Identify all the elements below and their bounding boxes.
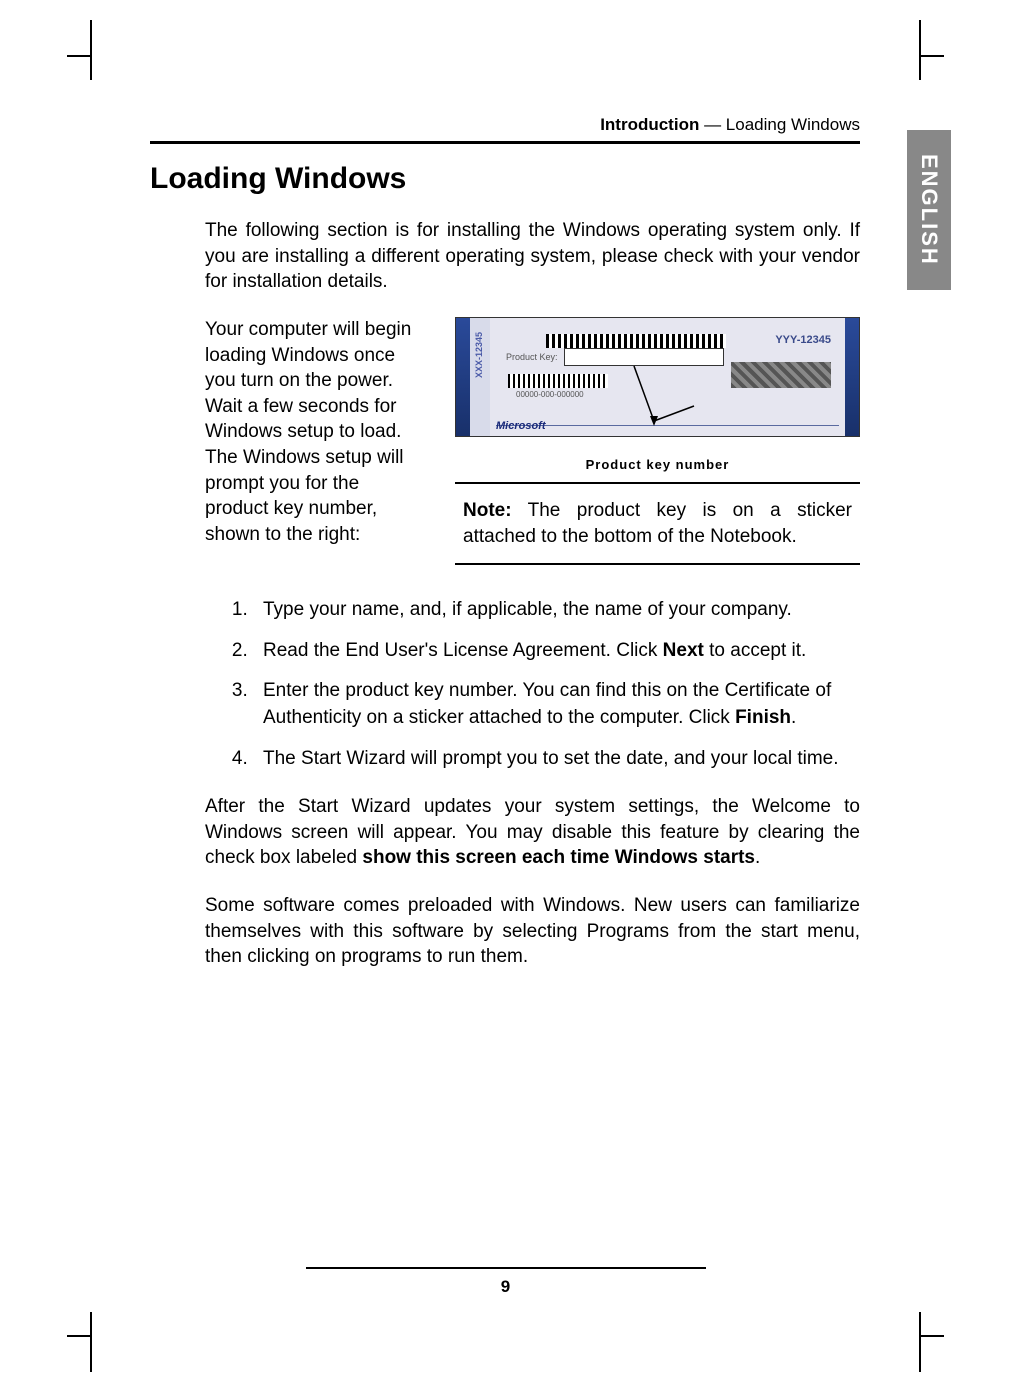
steps-list: Type your name, and, if applicable, the … <box>253 597 860 772</box>
step-bold: Next <box>663 640 704 661</box>
running-head-bold: Introduction <box>600 115 699 134</box>
footer-rule <box>306 1267 706 1269</box>
list-item: Read the End User's License Agreement. C… <box>253 638 860 665</box>
product-key-box <box>564 348 724 366</box>
after-paragraph-1: After the Start Wizard updates your syst… <box>205 794 860 871</box>
page-number: 9 <box>0 1277 1011 1297</box>
intro-paragraph: The following section is for installing … <box>205 218 860 295</box>
left-column-text: Your computer will begin loading Windows… <box>205 317 425 565</box>
figure-vert-label: XXX-12345 <box>474 332 484 378</box>
list-item: The Start Wizard will prompt you to set … <box>253 746 860 773</box>
list-item: Enter the product key number. You can fi… <box>253 678 860 731</box>
running-head-sep: — <box>699 115 725 134</box>
figure-stripe-right <box>845 318 859 436</box>
product-key-figure: XXX-12345 Product Key: 00000-000-000000 … <box>455 317 860 437</box>
note-text: The product key is on a sticker attached… <box>463 500 852 547</box>
step-pre: Read the End User's License Agreement. C… <box>263 640 663 661</box>
product-key-label: Product Key: <box>506 352 558 362</box>
figure-number-text: 00000-000-000000 <box>516 390 584 399</box>
barcode-icon <box>546 334 726 348</box>
after-paragraph-2: Some software comes preloaded with Windo… <box>205 893 860 970</box>
list-item: Type your name, and, if applicable, the … <box>253 597 860 624</box>
barcode-icon-2 <box>508 374 608 388</box>
hologram-icon <box>731 362 831 388</box>
figure-caption: Product key number <box>455 457 860 472</box>
step-text: The Start Wizard will prompt you to set … <box>263 748 839 769</box>
figure-microsoft-label: Microsoft <box>496 420 546 432</box>
step-post: to accept it. <box>704 640 806 661</box>
page-title: Loading Windows <box>150 162 860 196</box>
note-label: Note: <box>463 500 512 521</box>
running-head-rest: Loading Windows <box>726 115 860 134</box>
step-bold: Finish <box>735 707 791 728</box>
running-head: Introduction — Loading Windows <box>150 115 860 144</box>
after1-post: . <box>755 847 760 868</box>
step-text: Type your name, and, if applicable, the … <box>263 599 792 620</box>
figure-stripe-left <box>456 318 470 436</box>
step-post: . <box>791 707 796 728</box>
pointer-arrow-icon <box>624 366 684 437</box>
side-tab: ENGLISH <box>907 130 951 290</box>
note-block: Note: The product key is on a sticker at… <box>455 482 860 565</box>
side-tab-label: ENGLISH <box>916 154 942 266</box>
page-footer: 9 <box>0 1267 1011 1297</box>
figure-yyy: YYY-12345 <box>775 334 831 346</box>
after1-bold: show this screen each time Windows start… <box>362 847 755 868</box>
